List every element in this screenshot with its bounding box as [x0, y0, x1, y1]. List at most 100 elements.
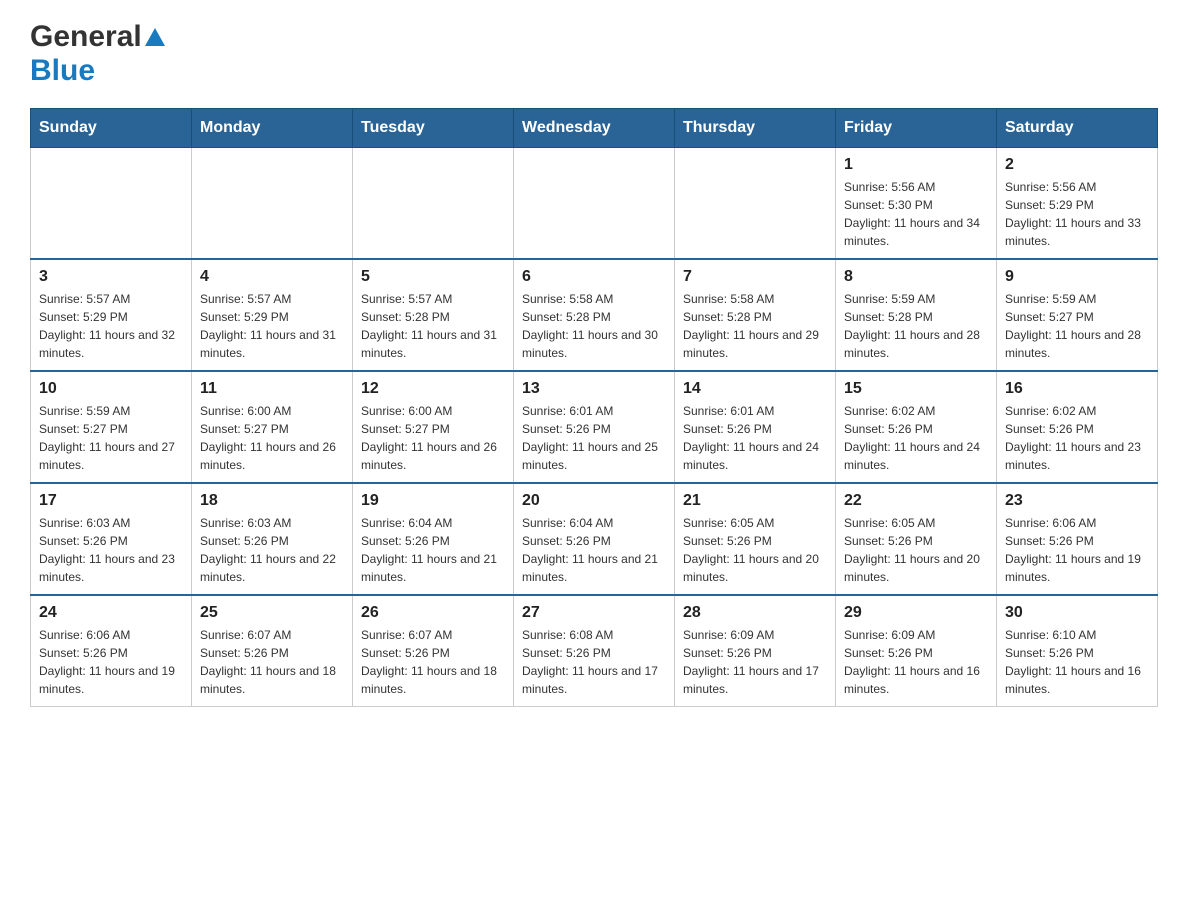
day-header-friday: Friday — [836, 109, 997, 148]
calendar-table: SundayMondayTuesdayWednesdayThursdayFrid… — [30, 108, 1158, 707]
day-info: Sunrise: 6:07 AMSunset: 5:26 PMDaylight:… — [361, 626, 505, 698]
day-number: 9 — [1005, 268, 1149, 286]
calendar-day-cell: 27 Sunrise: 6:08 AMSunset: 5:26 PMDayligh… — [514, 595, 675, 707]
day-header-tuesday: Tuesday — [353, 109, 514, 148]
day-info: Sunrise: 6:03 AMSunset: 5:26 PMDaylight:… — [200, 514, 344, 586]
calendar-day-cell: 5 Sunrise: 5:57 AMSunset: 5:28 PMDaylight… — [353, 259, 514, 371]
day-number: 27 — [522, 604, 666, 622]
calendar-day-cell: 11Sunrise: 6:00 AMSunset: 5:27 PMDayligh… — [192, 371, 353, 483]
day-info: Sunrise: 6:04 AMSunset: 5:26 PMDaylight:… — [361, 514, 505, 586]
day-info: Sunrise: 6:09 AMSunset: 5:26 PMDaylight:… — [844, 626, 988, 698]
day-number: 16 — [1005, 380, 1149, 398]
day-info: Sunrise: 5:59 AMSunset: 5:27 PMDaylight:… — [39, 402, 183, 474]
calendar-day-cell: 25Sunrise: 6:07 AMSunset: 5:26 PMDayligh… — [192, 595, 353, 707]
calendar-day-cell: 22 Sunrise: 6:05 AMSunset: 5:26 PMDayligh… — [836, 483, 997, 595]
logo-triangle-icon — [145, 28, 165, 51]
calendar-day-cell: 16Sunrise: 6:02 AMSunset: 5:26 PMDayligh… — [997, 371, 1158, 483]
day-info: Sunrise: 6:05 AMSunset: 5:26 PMDaylight:… — [844, 514, 988, 586]
calendar-day-cell: 8Sunrise: 5:59 AMSunset: 5:28 PMDaylight… — [836, 259, 997, 371]
calendar-day-cell: 6 Sunrise: 5:58 AMSunset: 5:28 PMDaylight… — [514, 259, 675, 371]
calendar-day-cell: 24 Sunrise: 6:06 AMSunset: 5:26 PMDayligh… — [31, 595, 192, 707]
day-number: 24 — [39, 604, 183, 622]
calendar-week-row: 1 Sunrise: 5:56 AMSunset: 5:30 PMDaylight… — [31, 148, 1158, 260]
day-number: 8 — [844, 268, 988, 286]
day-number: 14 — [683, 380, 827, 398]
day-info: Sunrise: 5:56 AMSunset: 5:29 PMDaylight:… — [1005, 178, 1149, 250]
calendar-week-row: 10 Sunrise: 5:59 AMSunset: 5:27 PMDayligh… — [31, 371, 1158, 483]
calendar-day-cell: 12 Sunrise: 6:00 AMSunset: 5:27 PMDayligh… — [353, 371, 514, 483]
day-number: 30 — [1005, 604, 1149, 622]
day-header-sunday: Sunday — [31, 109, 192, 148]
day-number: 25 — [200, 604, 344, 622]
calendar-header-row: SundayMondayTuesdayWednesdayThursdayFrid… — [31, 109, 1158, 148]
day-number: 22 — [844, 492, 988, 510]
calendar-day-cell — [31, 148, 192, 260]
calendar-day-cell: 19 Sunrise: 6:04 AMSunset: 5:26 PMDayligh… — [353, 483, 514, 595]
logo-general-text: General — [30, 20, 142, 54]
day-info: Sunrise: 6:03 AMSunset: 5:26 PMDaylight:… — [39, 514, 183, 586]
calendar-day-cell: 4 Sunrise: 5:57 AMSunset: 5:29 PMDaylight… — [192, 259, 353, 371]
day-number: 10 — [39, 380, 183, 398]
day-info: Sunrise: 6:09 AMSunset: 5:26 PMDaylight:… — [683, 626, 827, 698]
day-info: Sunrise: 6:01 AMSunset: 5:26 PMDaylight:… — [522, 402, 666, 474]
logo: General Blue — [30, 20, 165, 88]
day-header-thursday: Thursday — [675, 109, 836, 148]
day-info: Sunrise: 6:06 AMSunset: 5:26 PMDaylight:… — [1005, 514, 1149, 586]
calendar-week-row: 3 Sunrise: 5:57 AMSunset: 5:29 PMDaylight… — [31, 259, 1158, 371]
day-info: Sunrise: 6:05 AMSunset: 5:26 PMDaylight:… — [683, 514, 827, 586]
calendar-day-cell: 17 Sunrise: 6:03 AMSunset: 5:26 PMDayligh… — [31, 483, 192, 595]
day-info: Sunrise: 6:00 AMSunset: 5:27 PMDaylight:… — [361, 402, 505, 474]
calendar-day-cell: 29 Sunrise: 6:09 AMSunset: 5:26 PMDayligh… — [836, 595, 997, 707]
calendar-day-cell: 14 Sunrise: 6:01 AMSunset: 5:26 PMDayligh… — [675, 371, 836, 483]
day-info: Sunrise: 6:06 AMSunset: 5:26 PMDaylight:… — [39, 626, 183, 698]
day-info: Sunrise: 5:57 AMSunset: 5:28 PMDaylight:… — [361, 290, 505, 362]
calendar-day-cell: 28 Sunrise: 6:09 AMSunset: 5:26 PMDayligh… — [675, 595, 836, 707]
calendar-day-cell: 18Sunrise: 6:03 AMSunset: 5:26 PMDayligh… — [192, 483, 353, 595]
day-number: 21 — [683, 492, 827, 510]
day-info: Sunrise: 6:01 AMSunset: 5:26 PMDaylight:… — [683, 402, 827, 474]
day-header-wednesday: Wednesday — [514, 109, 675, 148]
calendar-day-cell: 3 Sunrise: 5:57 AMSunset: 5:29 PMDaylight… — [31, 259, 192, 371]
day-number: 13 — [522, 380, 666, 398]
day-info: Sunrise: 6:08 AMSunset: 5:26 PMDaylight:… — [522, 626, 666, 698]
day-info: Sunrise: 5:58 AMSunset: 5:28 PMDaylight:… — [683, 290, 827, 362]
page-header: General Blue — [30, 20, 1158, 88]
day-number: 4 — [200, 268, 344, 286]
calendar-day-cell: 7 Sunrise: 5:58 AMSunset: 5:28 PMDaylight… — [675, 259, 836, 371]
day-info: Sunrise: 6:10 AMSunset: 5:26 PMDaylight:… — [1005, 626, 1149, 698]
logo-blue-text: Blue — [30, 54, 95, 87]
day-info: Sunrise: 5:56 AMSunset: 5:30 PMDaylight:… — [844, 178, 988, 250]
calendar-day-cell: 15Sunrise: 6:02 AMSunset: 5:26 PMDayligh… — [836, 371, 997, 483]
calendar-day-cell: 9 Sunrise: 5:59 AMSunset: 5:27 PMDaylight… — [997, 259, 1158, 371]
day-info: Sunrise: 6:00 AMSunset: 5:27 PMDaylight:… — [200, 402, 344, 474]
day-number: 15 — [844, 380, 988, 398]
calendar-day-cell: 10 Sunrise: 5:59 AMSunset: 5:27 PMDayligh… — [31, 371, 192, 483]
calendar-day-cell: 21 Sunrise: 6:05 AMSunset: 5:26 PMDayligh… — [675, 483, 836, 595]
day-info: Sunrise: 5:57 AMSunset: 5:29 PMDaylight:… — [39, 290, 183, 362]
day-header-saturday: Saturday — [997, 109, 1158, 148]
day-number: 6 — [522, 268, 666, 286]
day-header-monday: Monday — [192, 109, 353, 148]
calendar-week-row: 24 Sunrise: 6:06 AMSunset: 5:26 PMDayligh… — [31, 595, 1158, 707]
day-number: 20 — [522, 492, 666, 510]
day-number: 2 — [1005, 156, 1149, 174]
day-number: 26 — [361, 604, 505, 622]
day-number: 29 — [844, 604, 988, 622]
day-number: 17 — [39, 492, 183, 510]
calendar-day-cell: 2 Sunrise: 5:56 AMSunset: 5:29 PMDaylight… — [997, 148, 1158, 260]
day-number: 1 — [844, 156, 988, 174]
day-number: 28 — [683, 604, 827, 622]
day-info: Sunrise: 5:59 AMSunset: 5:27 PMDaylight:… — [1005, 290, 1149, 362]
day-number: 3 — [39, 268, 183, 286]
calendar-day-cell — [192, 148, 353, 260]
day-number: 12 — [361, 380, 505, 398]
day-info: Sunrise: 5:58 AMSunset: 5:28 PMDaylight:… — [522, 290, 666, 362]
day-number: 5 — [361, 268, 505, 286]
calendar-day-cell: 23Sunrise: 6:06 AMSunset: 5:26 PMDayligh… — [997, 483, 1158, 595]
calendar-day-cell — [514, 148, 675, 260]
day-number: 19 — [361, 492, 505, 510]
calendar-day-cell: 20Sunrise: 6:04 AMSunset: 5:26 PMDayligh… — [514, 483, 675, 595]
day-number: 7 — [683, 268, 827, 286]
day-info: Sunrise: 5:57 AMSunset: 5:29 PMDaylight:… — [200, 290, 344, 362]
calendar-day-cell: 30 Sunrise: 6:10 AMSunset: 5:26 PMDayligh… — [997, 595, 1158, 707]
